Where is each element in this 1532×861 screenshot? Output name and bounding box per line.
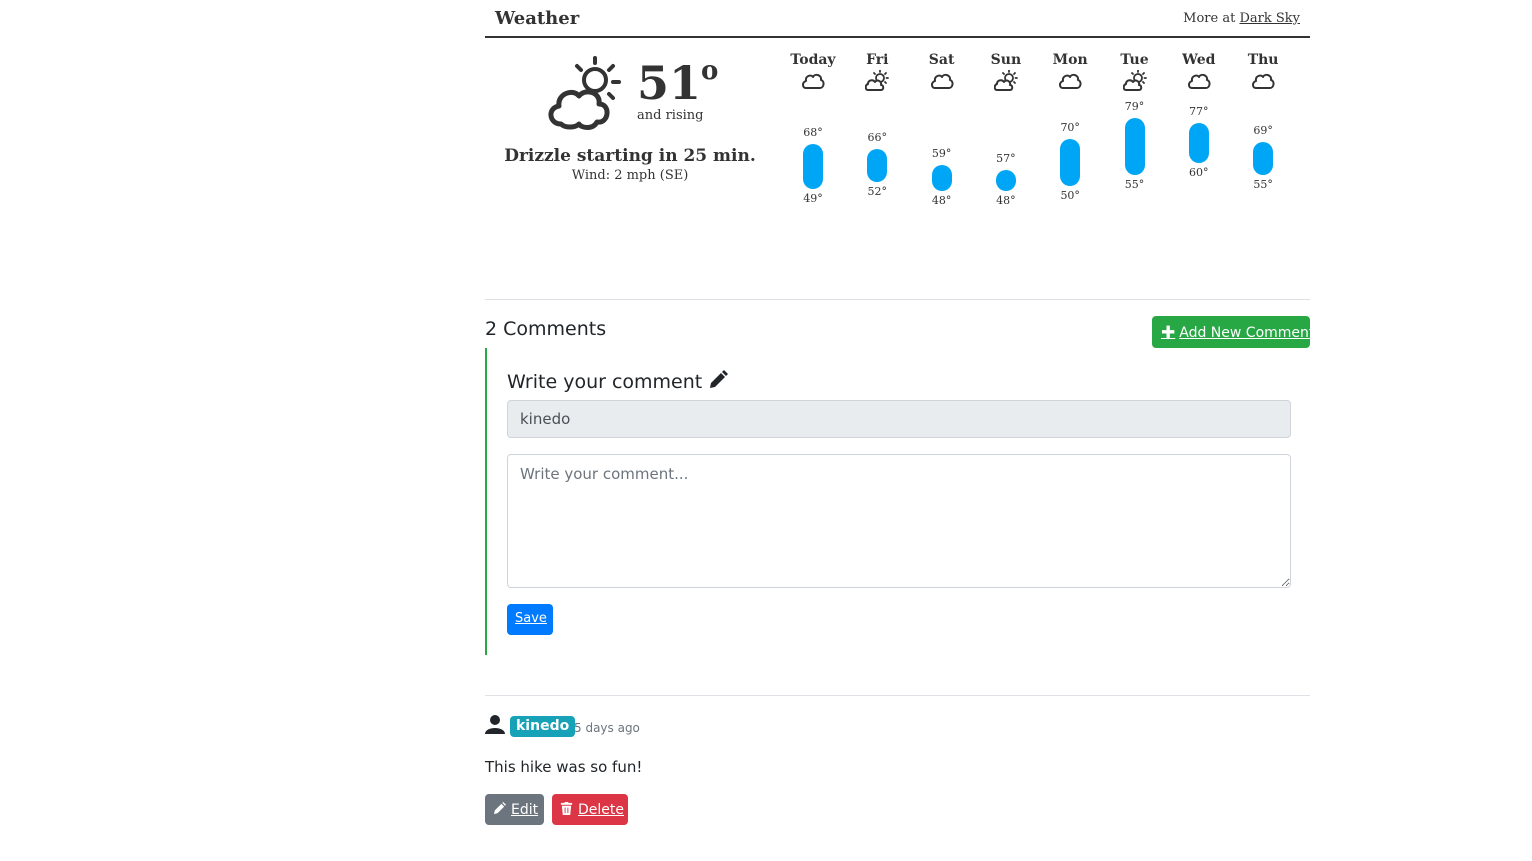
username-field[interactable]: kinedo bbox=[507, 400, 1291, 438]
pencil-icon bbox=[493, 802, 506, 815]
edit-button[interactable]: Edit bbox=[485, 794, 544, 825]
main-content: Weather More at Dark Sky 51o and rising bbox=[485, 0, 1314, 825]
weather-title: Weather bbox=[495, 8, 580, 29]
forecast-day-name: Today bbox=[790, 52, 836, 68]
forecast-day-name: Sat bbox=[928, 52, 955, 68]
wind-info: Wind: 2 mph (SE) bbox=[571, 168, 689, 183]
degree-symbol: o bbox=[701, 56, 719, 86]
comments-count: 2 Comments bbox=[485, 318, 607, 340]
forecast-low-temp: 60° bbox=[1189, 165, 1209, 179]
forecast-high-temp: 69° bbox=[1253, 123, 1273, 137]
forecast-high-temp: 59° bbox=[931, 147, 952, 161]
more-prefix: More at bbox=[1183, 11, 1236, 26]
forecast-high-temp: 57° bbox=[996, 151, 1016, 165]
forecast-day: Wed 77° 60° bbox=[1166, 38, 1232, 228]
forecast-day: Sun 57° 48° bbox=[973, 38, 1039, 228]
temperature-range-bar bbox=[1124, 118, 1145, 175]
forecast-high-temp: 66° bbox=[867, 130, 888, 144]
cloudy-icon bbox=[1059, 73, 1082, 89]
cloudy-icon bbox=[1187, 73, 1211, 89]
forecast-day-name: Mon bbox=[1052, 52, 1088, 68]
temperature-range-bar bbox=[931, 165, 952, 191]
temperature-value: 51 bbox=[637, 56, 702, 110]
divider bbox=[485, 299, 1310, 300]
weather-more: More at Dark Sky bbox=[1183, 11, 1300, 26]
forecast-day: Sat 59° 48° bbox=[909, 38, 975, 228]
user-icon bbox=[485, 715, 505, 734]
weather-header: Weather More at Dark Sky bbox=[485, 0, 1310, 38]
comment-timestamp: 5 days ago bbox=[574, 721, 640, 735]
comment-username-badge[interactable]: kinedo bbox=[510, 716, 576, 738]
forecast-day-name: Thu bbox=[1247, 52, 1279, 68]
dark-sky-link[interactable]: Dark Sky bbox=[1239, 11, 1300, 26]
forecast-low-temp: 55° bbox=[1253, 177, 1273, 191]
comment-form: Write your comment kinedo Save bbox=[485, 348, 1312, 655]
partly-cloudy-icon bbox=[1122, 70, 1147, 91]
forecast-low-temp: 48° bbox=[996, 194, 1016, 207]
temperature-range-bar bbox=[867, 148, 888, 182]
forecast-day: Fri 66° 52° bbox=[844, 38, 910, 228]
add-comment-button[interactable]: ✚ Add New Comment bbox=[1152, 316, 1314, 348]
current-conditions: 51o and rising Drizzle starting in 25 mi… bbox=[485, 38, 775, 198]
pencil-icon bbox=[710, 370, 729, 388]
forecast-high-temp: 77° bbox=[1189, 104, 1209, 118]
partly-cloudy-icon bbox=[865, 70, 890, 91]
temperature-range-bar bbox=[995, 169, 1016, 191]
temperature-range-bar bbox=[1060, 139, 1081, 187]
weather-summary: Drizzle starting in 25 min. bbox=[504, 146, 756, 166]
partly-cloudy-day-icon bbox=[548, 56, 621, 130]
partly-cloudy-icon bbox=[993, 70, 1018, 91]
forecast-day: Tue 79° 55° bbox=[1102, 38, 1168, 228]
forecast-low-temp: 52° bbox=[867, 184, 888, 198]
save-button[interactable]: Save bbox=[507, 604, 553, 635]
forecast-day-name: Wed bbox=[1182, 52, 1216, 68]
forecast-day: Mon 70° 50° bbox=[1037, 38, 1103, 228]
daily-forecast: Today 68° 49° Fri 66° 52° Sat 59° 48° Sun 57° 48° Mo… bbox=[780, 38, 1310, 228]
forecast-high-temp: 79° bbox=[1124, 100, 1145, 113]
forecast-low-temp: 55° bbox=[1124, 177, 1145, 191]
forecast-high-temp: 68° bbox=[803, 125, 823, 139]
temperature-trend: and rising bbox=[637, 108, 704, 123]
forecast-day-name: Fri bbox=[866, 52, 889, 68]
weather-widget: Weather More at Dark Sky 51o and rising bbox=[485, 0, 1310, 240]
forecast-day-name: Tue bbox=[1120, 52, 1149, 68]
cloudy-icon bbox=[930, 73, 954, 89]
divider bbox=[485, 695, 1310, 696]
delete-button[interactable]: Delete bbox=[552, 794, 628, 825]
forecast-low-temp: 48° bbox=[931, 194, 952, 207]
add-comment-label: Add New Comment bbox=[1179, 325, 1315, 341]
temperature-range-bar bbox=[1188, 122, 1209, 163]
forecast-high-temp: 70° bbox=[1060, 121, 1080, 135]
forecast-low-temp: 49° bbox=[803, 191, 823, 205]
forecast-low-temp: 50° bbox=[1060, 189, 1080, 203]
trash-icon bbox=[560, 802, 573, 815]
delete-label: Delete bbox=[578, 802, 624, 818]
cloudy-icon bbox=[802, 73, 825, 89]
forecast-day: Today 68° 49° bbox=[780, 38, 846, 228]
form-heading-label: Write your comment bbox=[507, 371, 703, 393]
forecast-day: Thu 69° 55° bbox=[1230, 38, 1296, 228]
forecast-day-name: Sun bbox=[990, 52, 1022, 68]
comment-body: This hike was so fun! bbox=[485, 758, 643, 776]
temperature-range-bar bbox=[1253, 141, 1274, 175]
form-heading: Write your comment bbox=[507, 370, 729, 393]
current-temperature: 51o bbox=[637, 58, 718, 106]
plus-icon: ✚ bbox=[1161, 323, 1176, 343]
edit-label: Edit bbox=[511, 802, 539, 818]
cloudy-icon bbox=[1252, 73, 1275, 89]
comment-textarea[interactable] bbox=[507, 454, 1291, 588]
temperature-range-bar bbox=[803, 143, 823, 189]
